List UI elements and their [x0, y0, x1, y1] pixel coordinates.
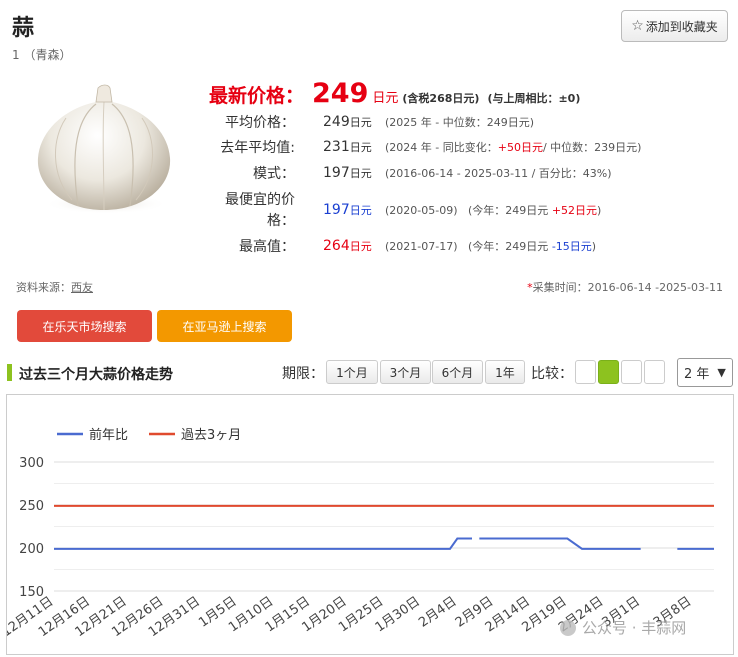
- stat-label: 平均价格：: [225, 115, 295, 131]
- y-tick-label: 200: [19, 542, 44, 557]
- compare-toggle-1[interactable]: [575, 360, 596, 384]
- chevron-down-icon: ▼: [717, 366, 726, 379]
- compare-toggle-4[interactable]: [644, 360, 665, 384]
- stat-value: 249日元: [323, 114, 372, 130]
- latest-price: 最新价格： 249 日元 (含税268日元) (与上周相比：±0): [209, 78, 580, 109]
- stat-note: (2021-07-17) (今年：249日元 -15日元): [385, 240, 597, 253]
- latest-price-unit: 日元: [372, 91, 399, 106]
- y-tick-label: 250: [19, 499, 44, 514]
- period-label: 期限：: [282, 366, 324, 382]
- x-tick-label: 2月4日: [416, 594, 459, 631]
- tax-included-note: (含税268日元): [402, 92, 480, 105]
- product-title: 蒜: [12, 16, 35, 41]
- garlic-image: [37, 84, 171, 214]
- section-accent-bar: [7, 364, 12, 381]
- y-tick-label: 300: [19, 456, 44, 471]
- star-icon: ☆: [631, 18, 644, 34]
- stat-value: 264日元: [323, 238, 372, 254]
- product-subtitle: 1 （青森）: [12, 48, 72, 62]
- data-source: 资料来源：西友: [16, 281, 93, 294]
- latest-price-label: 最新价格：: [209, 85, 305, 107]
- stat-row-highest: 最高值： 264日元 (2021-07-17) (今年：249日元 -15日元): [215, 234, 596, 258]
- watermark-icon: [560, 620, 576, 636]
- price-trend-chart: 300 250 200 150 前年比 過去3ヶ月 12月11日 12月16日 12月21日 12…: [0, 394, 734, 655]
- collection-period: *采集时间：2016-06-14 -2025-03-11: [527, 281, 723, 294]
- year-range-select[interactable]: 2 年 ▼: [677, 358, 733, 387]
- watermark-text: 公众号 · 丰蒜网: [582, 619, 686, 637]
- y-tick-label: 150: [19, 585, 44, 600]
- stat-label: 最高值：: [239, 239, 295, 255]
- stat-note: (2016-06-14 - 2025-03-11 / 百分比：43%): [385, 167, 612, 180]
- stat-note: (2024 年 - 同比变化：+50日元/ 中位数：239日元): [385, 141, 642, 154]
- period-1-year-button[interactable]: 1年: [485, 360, 525, 384]
- latest-price-value: 249: [312, 78, 369, 109]
- stat-value: 197日元: [323, 202, 372, 218]
- series-line: [479, 537, 641, 550]
- price-trend-chart-svg: 300250200150前年比 過去3ヶ月12月11日12月16日12月21日12…: [0, 427, 714, 640]
- legend-label: 過去3ヶ月: [181, 428, 241, 443]
- stat-row-last-year: 去年平均值: 231日元 (2024 年 - 同比变化：+50日元/ 中位数：2…: [215, 135, 641, 159]
- amazon-search-button[interactable]: 在亚马逊上搜索: [157, 310, 292, 342]
- trend-section-title: 过去三个月大蒜价格走势: [19, 367, 173, 383]
- stat-value: 231日元: [323, 139, 372, 155]
- period-3-months-button[interactable]: 3个月: [380, 360, 431, 384]
- compare-toggle-2[interactable]: [598, 360, 619, 384]
- period-1-month-button[interactable]: 1个月: [326, 360, 378, 384]
- series-line: [54, 537, 472, 550]
- stat-value: 197日元: [323, 165, 372, 181]
- stat-label: 模式：: [253, 166, 295, 182]
- period-6-months-button[interactable]: 6个月: [432, 360, 483, 384]
- legend-label: 前年比: [89, 427, 128, 443]
- add-to-favorites-button[interactable]: ☆ 添加到收藏夹: [621, 10, 728, 42]
- weekly-compare-note: (与上周相比：±0): [487, 92, 581, 105]
- stat-row-average: 平均价格： 249日元 (2025 年 - 中位数：249日元): [215, 110, 534, 134]
- add-to-favorites-label: 添加到收藏夹: [645, 19, 718, 34]
- stat-label: 去年平均值:: [220, 140, 295, 156]
- stat-row-cheapest: 197日元 (2020-05-09) (今年：249日元 +52日元): [215, 198, 601, 222]
- source-link[interactable]: 西友: [71, 281, 93, 294]
- stat-note: (2025 年 - 中位数：249日元): [385, 116, 535, 129]
- compare-label: 比较：: [531, 366, 573, 382]
- year-range-value: 2 年: [684, 367, 710, 382]
- compare-toggle-3[interactable]: [621, 360, 642, 384]
- stat-note: (2020-05-09) (今年：249日元 +52日元): [385, 204, 602, 217]
- rakuten-search-button[interactable]: 在乐天市场搜索: [17, 310, 152, 342]
- stat-row-mode: 模式： 197日元 (2016-06-14 - 2025-03-11 / 百分比…: [215, 161, 612, 185]
